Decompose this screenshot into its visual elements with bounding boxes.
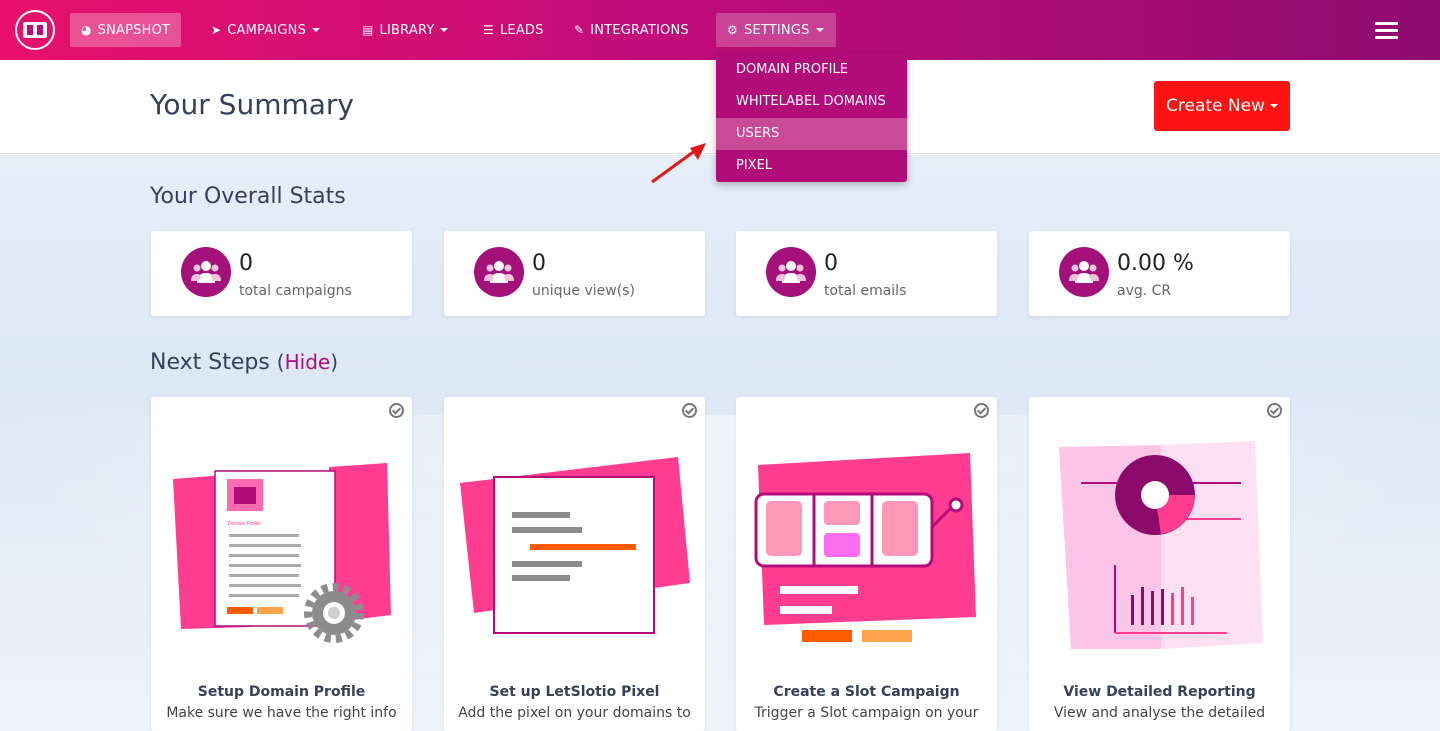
check-circle-icon[interactable] xyxy=(1267,403,1282,418)
nav-snapshot[interactable]: ◕ SNAPSHOT xyxy=(70,13,182,47)
annotation-arrow-icon xyxy=(651,143,706,184)
page-title: Your Summary xyxy=(150,88,354,121)
plug-icon: ✎ xyxy=(574,23,585,37)
nav-integrations-label: INTEGRATIONS xyxy=(590,22,689,38)
step-card-domain-profile[interactable]: Domain Profile Setup Domain Profile Make… xyxy=(151,397,412,731)
nav-settings[interactable]: ⚙ SETTINGS xyxy=(716,13,836,47)
step-title: Create a Slot Campaign xyxy=(773,684,960,700)
check-circle-icon[interactable] xyxy=(974,403,989,418)
dashboard-icon: ◕ xyxy=(81,23,92,37)
stat-label: avg. CR xyxy=(1117,283,1172,299)
stat-value: 0.00 % xyxy=(1117,251,1194,276)
reporting-illustration xyxy=(1059,441,1263,649)
nav-library[interactable]: ▤ LIBRARY xyxy=(351,13,459,47)
app-logo[interactable] xyxy=(15,10,55,50)
hide-open-paren: ( xyxy=(276,350,285,374)
step-title: Setup Domain Profile xyxy=(197,684,366,700)
menu-item-users[interactable]: USERS xyxy=(716,118,907,150)
menu-item-pixel[interactable]: PIXEL xyxy=(716,150,907,182)
nav-snapshot-label: SNAPSHOT xyxy=(97,22,171,38)
menu-item-whitelabel-domains[interactable]: WHITELABEL DOMAINS xyxy=(716,86,907,118)
step-card-slot-campaign[interactable]: Create a Slot Campaign Trigger a Slot ca… xyxy=(736,397,997,731)
menu-item-domain-profile[interactable]: DOMAIN PROFILE xyxy=(716,54,907,86)
stat-label: unique view(s) xyxy=(532,283,635,299)
stat-value: 0 xyxy=(824,251,838,276)
next-steps-title: Next Steps (Hide) xyxy=(150,350,338,375)
list-icon: ☰ xyxy=(483,23,494,37)
domain-profile-illustration: Domain Profile xyxy=(173,463,391,643)
create-new-label: Create New xyxy=(1166,96,1265,116)
pixel-illustration xyxy=(460,457,690,634)
nav-campaigns[interactable]: ➤ CAMPAIGNS xyxy=(200,13,331,47)
step-card-reporting[interactable]: View Detailed Reporting View and analyse… xyxy=(1029,397,1290,731)
users-icon xyxy=(474,247,524,297)
gears-icon: ⚙ xyxy=(727,23,738,37)
step-description: Trigger a Slot campaign on your xyxy=(754,705,979,721)
check-circle-icon[interactable] xyxy=(389,403,404,418)
users-icon xyxy=(181,247,231,297)
settings-dropdown: DOMAIN PROFILE WHITELABEL DOMAINS USERS … xyxy=(716,53,907,182)
nav-leads-label: LEADS xyxy=(499,22,544,38)
nav-campaigns-label: CAMPAIGNS xyxy=(227,22,307,38)
stat-value: 0 xyxy=(239,251,253,276)
hide-close-paren: ) xyxy=(330,350,339,374)
chevron-down-icon xyxy=(815,28,824,32)
chevron-down-icon xyxy=(1269,104,1278,108)
step-description: Make sure we have the right info xyxy=(166,705,397,721)
users-icon xyxy=(1059,247,1109,297)
step-description: Add the pixel on your domains to xyxy=(458,705,691,721)
stat-label: total campaigns xyxy=(239,283,352,299)
domain-profile-illus-label: Domain Profile xyxy=(228,521,261,527)
create-new-button[interactable]: Create New xyxy=(1154,81,1290,131)
paper-plane-icon: ➤ xyxy=(211,23,222,37)
step-card-pixel[interactable]: Set up LetSlotio Pixel Add the pixel on … xyxy=(444,397,705,731)
nav-integrations[interactable]: ✎ INTEGRATIONS xyxy=(563,13,700,47)
stat-card-emails: 0 total emails xyxy=(736,231,997,316)
nav-leads[interactable]: ☰ LEADS xyxy=(472,13,555,47)
chevron-down-icon xyxy=(312,28,321,32)
hide-link[interactable]: Hide xyxy=(285,350,331,374)
stat-card-campaigns: 0 total campaigns xyxy=(151,231,412,316)
chevron-down-icon xyxy=(440,28,449,32)
stat-label: total emails xyxy=(824,283,907,299)
stat-value: 0 xyxy=(532,251,546,276)
stats-title: Your Overall Stats xyxy=(150,184,346,209)
library-icon: ▤ xyxy=(362,23,374,37)
step-title: Set up LetSlotio Pixel xyxy=(489,684,660,700)
step-title: View Detailed Reporting xyxy=(1063,684,1256,700)
nav-settings-label: SETTINGS xyxy=(743,22,810,38)
check-circle-icon[interactable] xyxy=(682,403,697,418)
users-icon xyxy=(766,247,816,297)
top-navbar: ◕ SNAPSHOT ➤ CAMPAIGNS ▤ LIBRARY ☰ LEADS… xyxy=(0,0,1440,60)
hamburger-menu-icon[interactable] xyxy=(1375,22,1398,40)
step-description: View and analyse the detailed xyxy=(1053,705,1266,721)
slot-machine-illustration xyxy=(754,453,976,642)
stat-card-views: 0 unique view(s) xyxy=(444,231,705,316)
nav-library-label: LIBRARY xyxy=(379,22,435,38)
stat-card-cr: 0.00 % avg. CR xyxy=(1029,231,1290,316)
next-steps-label: Next Steps xyxy=(150,350,270,375)
